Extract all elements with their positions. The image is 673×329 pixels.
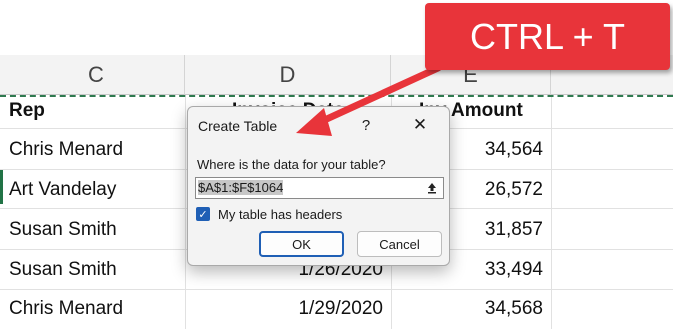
keyboard-shortcut-callout: CTRL + T [425, 3, 670, 70]
